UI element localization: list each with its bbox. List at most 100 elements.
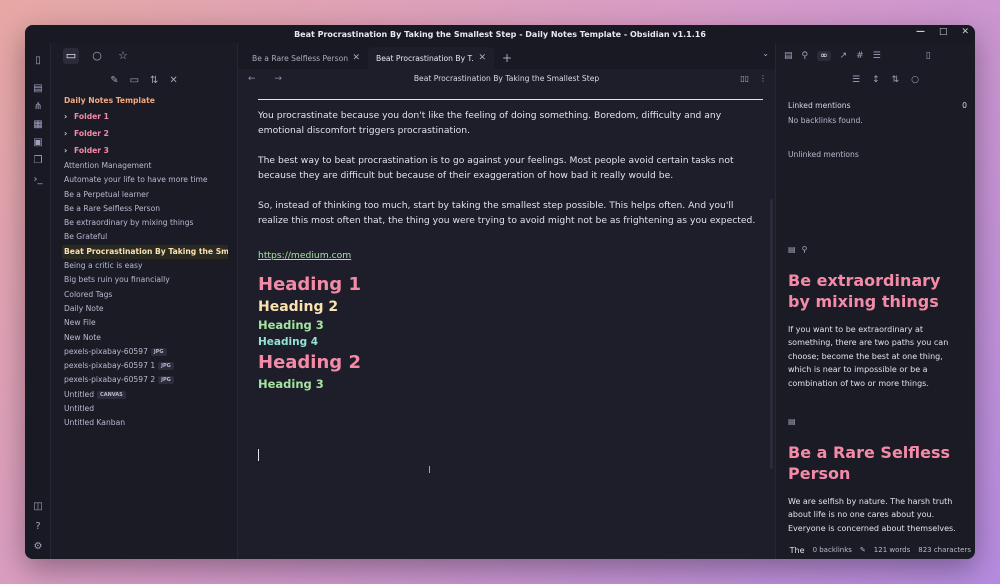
file-icon[interactable]: ▤ <box>788 245 796 254</box>
list-icon[interactable]: ☰ <box>852 75 860 85</box>
sort-icon[interactable]: ⇅ <box>892 75 900 85</box>
title-bar: Beat Procrastination By Taking the Small… <box>25 25 975 43</box>
link-icon[interactable]: ∞ <box>817 51 831 61</box>
word-count: 121 words <box>873 546 911 554</box>
graph-view-icon[interactable]: ⋔ <box>32 101 44 113</box>
note-preview-card[interactable]: ▤ Be a Rare Selfless Person We are selfi… <box>776 417 975 535</box>
new-note-icon[interactable]: ✎ <box>110 75 118 86</box>
list-icon[interactable]: ☰ <box>873 51 881 61</box>
tab-list-icon[interactable]: ⌄ <box>762 49 769 58</box>
file-item[interactable]: Automate your life to have more time <box>64 173 237 187</box>
editor-pane: ← → Beat Procrastination By Taking the S… <box>238 69 775 559</box>
copy-icon[interactable]: ❐ <box>32 155 44 167</box>
tab-be-a-rare-selfless-person[interactable]: Be a Rare Selfless Person ✕ <box>244 47 368 69</box>
note-preview-card[interactable]: ▤ ⚲ Be extraordinary by mixing things If… <box>776 245 975 389</box>
pin-icon[interactable]: ⚲ <box>802 51 809 61</box>
file-item[interactable]: Be extraordinary by mixing things <box>64 216 237 230</box>
chevron-right-icon: › <box>64 129 68 138</box>
window-controls: — □ ✕ <box>916 27 969 37</box>
file-tree: Daily Notes Template › Folder 1 › Folder 2… <box>51 93 237 431</box>
file-item[interactable]: Be a Rare Selfless Person <box>64 202 237 216</box>
terminal-icon[interactable]: ›_ <box>32 174 44 186</box>
backlinks-count[interactable]: 0 backlinks <box>813 546 852 555</box>
backlink-tools: ☰ ↕ ⇅ ○ <box>776 69 975 91</box>
tab-beat-procrastination[interactable]: Beat Procrastination By T... ✕ <box>368 47 494 69</box>
editor-scrollbar[interactable] <box>770 199 773 469</box>
note-content[interactable]: You procrastinate because you don't like… <box>258 99 763 393</box>
note-title[interactable]: Beat Procrastination By Taking the Small… <box>414 74 599 83</box>
file-icon[interactable]: ▤ <box>788 417 796 426</box>
chevron-right-icon: › <box>64 112 68 121</box>
file-type-badge: JPG <box>150 347 167 356</box>
file-item[interactable]: Being a critic is easy <box>64 259 237 273</box>
pin-icon[interactable]: ⚲ <box>802 245 808 254</box>
file-item-active[interactable]: Beat Procrastination By Taking the Small… <box>62 244 228 260</box>
file-item[interactable]: New File <box>64 316 237 330</box>
view-actions: ▯▯ ⋮ <box>740 69 767 89</box>
more-options-icon[interactable]: ⋮ <box>759 69 767 89</box>
file-item[interactable]: pexels-pixabay-60597 1 JPG <box>64 359 237 373</box>
canvas-icon[interactable]: ▦ <box>32 119 44 131</box>
vault-icon[interactable]: ◫ <box>32 501 44 513</box>
calendar-icon[interactable]: ▣ <box>32 137 44 149</box>
reading-view-icon[interactable]: ▯▯ <box>740 69 749 89</box>
file-item[interactable]: Daily Note <box>64 302 237 316</box>
file-type-badge: CANVAS <box>97 390 126 399</box>
unlinked-mentions-header[interactable]: Unlinked mentions <box>788 150 967 159</box>
sort-icon[interactable]: ⇅ <box>150 75 158 86</box>
vault-root[interactable]: Daily Notes Template <box>64 93 237 108</box>
hashtag-icon[interactable]: # <box>856 51 864 61</box>
new-tab-button[interactable]: + <box>502 47 512 69</box>
outgoing-link-icon[interactable]: ↗ <box>840 51 848 61</box>
file-item[interactable]: pexels-pixabay-60597 2 JPG <box>64 373 237 387</box>
heading-3: Heading 3 <box>258 318 324 332</box>
file-item[interactable]: New Note <box>64 331 237 345</box>
folder-item[interactable]: › Folder 1 <box>64 108 237 125</box>
edit-icon[interactable]: ✎ <box>860 546 866 555</box>
close-tab-icon[interactable]: ✕ <box>478 53 486 63</box>
right-sidebar-toggle-icon[interactable]: ▯ <box>926 51 931 61</box>
close-window-button[interactable]: ✕ <box>961 27 969 37</box>
folder-item[interactable]: › Folder 2 <box>64 125 237 142</box>
file-icon[interactable]: ▤ <box>784 51 793 61</box>
navigation-arrows[interactable]: ← → <box>248 69 290 89</box>
search-icon[interactable]: ○ <box>89 48 105 64</box>
heading-1: Heading 1 <box>258 274 361 295</box>
star-icon[interactable]: ☆ <box>115 48 131 64</box>
close-tab-icon[interactable]: ✕ <box>352 53 360 63</box>
heading-4: Heading 4 <box>258 336 319 348</box>
left-sidebar-tabs: ▭ ○ ☆ <box>51 43 237 69</box>
file-item[interactable]: Attention Management <box>64 159 237 173</box>
help-icon[interactable]: ? <box>32 521 44 533</box>
file-item[interactable]: Untitled Kanban <box>64 416 237 430</box>
collapse-icon[interactable]: ✕ <box>169 75 177 86</box>
file-type-badge: JPG <box>158 376 174 385</box>
ibeam-cursor-icon: I <box>428 465 431 476</box>
preview-title: Be extraordinary by mixing things <box>788 271 941 311</box>
file-item[interactable]: Colored Tags <box>64 288 237 302</box>
new-folder-icon[interactable]: ▭ <box>130 75 139 86</box>
file-item[interactable]: Untitled CANVAS <box>64 388 237 402</box>
preview-text: If you want to be extraordinary at somet… <box>788 325 949 388</box>
search-icon[interactable]: ○ <box>911 75 919 85</box>
folder-icon[interactable]: ▭ <box>63 48 79 64</box>
minimize-button[interactable]: — <box>916 27 925 37</box>
maximize-button[interactable]: □ <box>939 27 948 37</box>
file-item[interactable]: pexels-pixabay-60597 JPG <box>64 345 237 359</box>
horizontal-rule <box>258 99 763 100</box>
backlinks-pane: Linked mentions 0 No backlinks found. Un… <box>776 101 975 159</box>
file-item[interactable]: Be a Perpetual learner <box>64 188 237 202</box>
file-item[interactable]: Be Grateful <box>64 230 237 244</box>
folder-item[interactable]: › Folder 3 <box>64 142 237 159</box>
file-item[interactable]: Big bets ruin you financially <box>64 273 237 287</box>
file-item[interactable]: Untitled <box>64 402 237 416</box>
external-link[interactable]: https://medium.com <box>258 250 351 261</box>
window-title: Beat Procrastination By Taking the Small… <box>294 29 706 39</box>
open-quick-switcher-icon[interactable]: ▤ <box>32 83 44 95</box>
sidebar-toggle-icon[interactable]: ▯ <box>32 55 44 67</box>
settings-icon[interactable]: ⚙ <box>32 541 44 553</box>
linked-mentions-header[interactable]: Linked mentions 0 <box>788 101 967 110</box>
expand-icon[interactable]: ↕ <box>872 75 880 85</box>
preview-icons: ▤ ⚲ <box>776 245 975 254</box>
preview-title: Be a Rare Selfless Person <box>788 443 951 483</box>
